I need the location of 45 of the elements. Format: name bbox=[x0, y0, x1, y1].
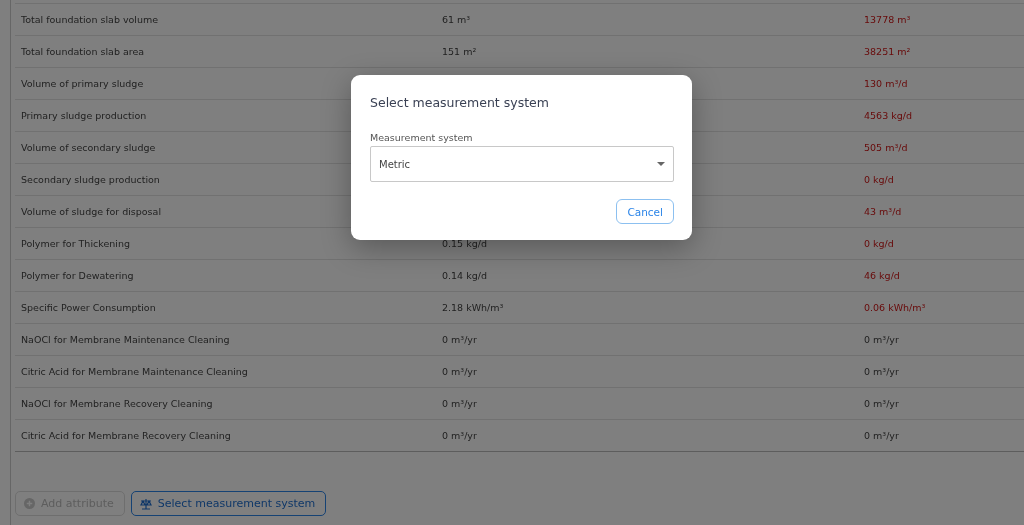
attribute-value: 2.18 kWh/m³ bbox=[442, 302, 504, 313]
attribute-value: 0 m³/yr bbox=[442, 334, 477, 345]
field-label: Measurement system bbox=[370, 132, 474, 143]
comparison-value: 0 m³/yr bbox=[864, 334, 899, 345]
attribute-name: Volume of sludge for disposal bbox=[21, 206, 162, 217]
attribute-name: Volume of primary sludge bbox=[21, 78, 144, 89]
comparison-value: 43 m³/d bbox=[864, 206, 902, 217]
scale-icon bbox=[139, 497, 152, 510]
attribute-name: NaOCl for Membrane Recovery Cleaning bbox=[21, 398, 213, 409]
select-field[interactable]: Metric bbox=[370, 146, 674, 182]
comparison-value: 0 kg/d bbox=[864, 238, 894, 249]
attribute-value: 0 m³/yr bbox=[442, 366, 477, 377]
comparison-value: 4563 kg/d bbox=[864, 110, 912, 121]
comparison-value: 505 m³/d bbox=[864, 142, 908, 153]
attribute-name: Primary sludge production bbox=[21, 110, 147, 121]
comparison-value: 0.06 kWh/m³ bbox=[864, 302, 926, 313]
attribute-value: 0.15 kg/d bbox=[442, 238, 487, 249]
attribute-name: Citric Acid for Membrane Maintenance Cleaning bbox=[21, 366, 248, 377]
comparison-value: 38251 m² bbox=[864, 46, 911, 57]
attribute-name: Citric Acid for Membrane Recovery Cleaning bbox=[21, 430, 231, 441]
caret-icon bbox=[657, 162, 665, 166]
attribute-value: 0 m³/yr bbox=[442, 430, 477, 441]
comparison-value: 0 m³/yr bbox=[864, 430, 899, 441]
comparison-value: 0 m³/yr bbox=[864, 366, 899, 377]
attribute-value: 61 m³ bbox=[442, 14, 471, 25]
attribute-value: 0 m³/yr bbox=[442, 398, 477, 409]
cancel-button[interactable]: Cancel bbox=[616, 199, 674, 224]
comparison-value: 0 kg/d bbox=[864, 174, 894, 185]
dialog-title: Select measurement system bbox=[370, 95, 550, 110]
attribute-value: 151 m² bbox=[442, 46, 477, 57]
attribute-name: Polymer for Thickening bbox=[21, 238, 130, 249]
plus-circle-icon bbox=[24, 498, 35, 509]
attribute-name: Secondary sludge production bbox=[21, 174, 160, 185]
measurement-system-button[interactable]: Select measurement system bbox=[130, 491, 327, 516]
comparison-value: 130 m³/d bbox=[864, 78, 908, 89]
attribute-name: Volume of secondary sludge bbox=[21, 142, 156, 153]
attribute-name: Total foundation slab volume bbox=[21, 14, 159, 25]
attribute-name: NaOCl for Membrane Maintenance Cleaning bbox=[21, 334, 230, 345]
attribute-value: 0.14 kg/d bbox=[442, 270, 487, 281]
comparison-value: 0 m³/yr bbox=[864, 398, 899, 409]
attribute-name: Total foundation slab area bbox=[21, 46, 145, 57]
comparison-value: 13778 m³ bbox=[864, 14, 911, 25]
attribute-name: Polymer for Dewatering bbox=[21, 270, 134, 281]
attribute-name: Specific Power Consumption bbox=[21, 302, 156, 313]
comparison-value: 46 kg/d bbox=[864, 270, 900, 281]
